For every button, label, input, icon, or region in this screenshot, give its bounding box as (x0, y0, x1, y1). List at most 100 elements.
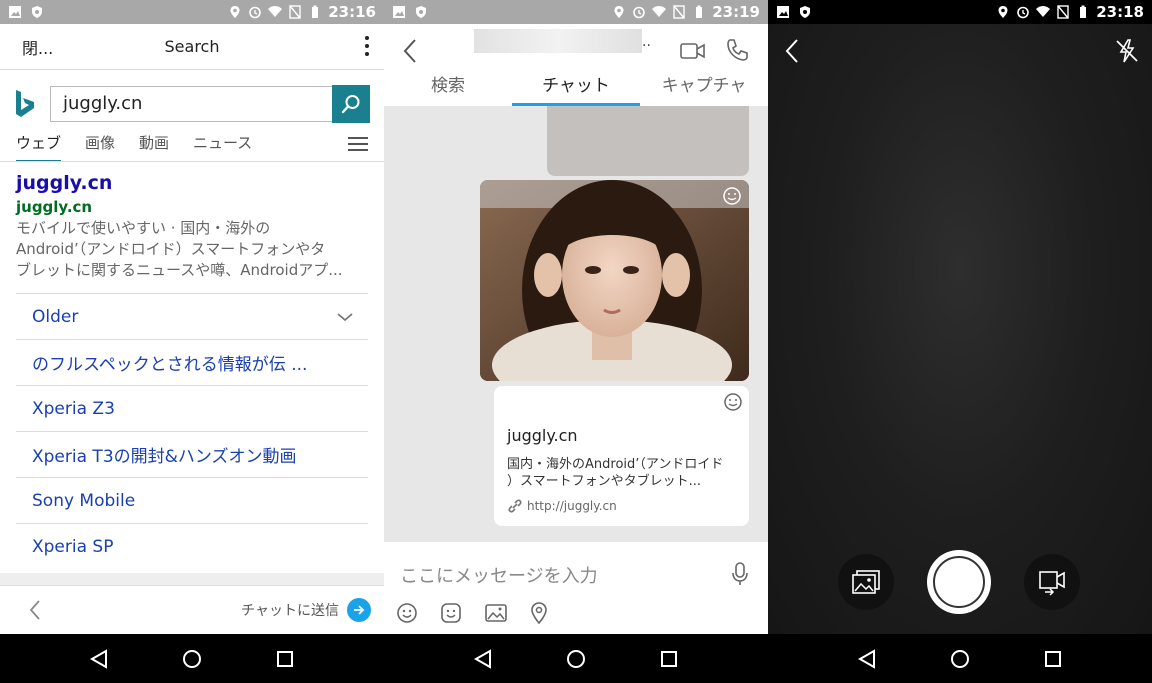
flash-off-icon[interactable] (1114, 38, 1140, 64)
link-card-description: 国内・海外のAndroid’（アンドロイド ）スマートフォンやタブレット... (507, 456, 737, 490)
image-icon[interactable] (484, 602, 508, 624)
phone-call-icon[interactable] (726, 38, 748, 62)
clock: 23:16 (328, 3, 376, 21)
microphone-icon[interactable] (732, 562, 748, 586)
link-card-title: juggly.cn (507, 426, 578, 445)
emoji-reaction-icon[interactable] (722, 186, 742, 206)
nav-back-icon[interactable] (473, 648, 493, 669)
camera-viewfinder[interactable] (768, 24, 1152, 634)
video-call-icon[interactable] (680, 42, 706, 60)
deep-link[interactable]: Sony Mobile (16, 477, 368, 523)
tab-videos[interactable]: 動画 (139, 130, 169, 162)
tab-news[interactable]: ニュース (193, 130, 252, 162)
bing-logo-icon (16, 90, 34, 117)
link-card-url-text: http://juggly.cn (527, 499, 617, 513)
wifi-icon (1036, 6, 1051, 17)
battery-icon (312, 5, 319, 18)
deep-link[interactable]: Xperia Z3 (16, 385, 368, 431)
gallery-button[interactable] (838, 554, 894, 610)
search-result: juggly.cn juggly.cn モバイルで使いやすい · 国内・海外の … (16, 172, 368, 281)
nav-recents-icon[interactable] (275, 649, 295, 669)
deep-link-label: Xperia SP (32, 536, 114, 557)
link-card-desc-line: ）スマートフォンやタブレット... (507, 474, 702, 489)
location-icon (614, 6, 624, 18)
tab-chat[interactable]: チャット (512, 72, 640, 106)
send-to-chat-button[interactable] (347, 598, 371, 622)
message-composer: ここにメッセージを入力 (384, 542, 768, 634)
contact-name-redacted (474, 29, 642, 53)
search-input[interactable]: juggly.cn (50, 86, 332, 122)
wifi-icon (268, 6, 283, 17)
emoji-reaction-icon[interactable] (723, 392, 743, 412)
result-title-link[interactable]: juggly.cn (16, 172, 368, 194)
image-notification-icon (393, 6, 405, 18)
search-bar: juggly.cn (14, 85, 370, 123)
link-card-desc-line: 国内・海外のAndroid’（アンドロイド (507, 457, 724, 472)
alarm-icon (633, 6, 646, 19)
tab-web[interactable]: ウェブ (16, 130, 62, 162)
nav-back-icon[interactable] (857, 648, 877, 669)
android-nav-bar (768, 634, 1152, 683)
link-card-message[interactable]: juggly.cn 国内・海外のAndroid’（アンドロイド ）スマートフォン… (494, 386, 749, 526)
photo-message[interactable] (480, 180, 749, 381)
emoji-icon[interactable] (396, 602, 418, 624)
deep-link-label: Sony Mobile (32, 490, 136, 511)
back-arrow-icon[interactable] (784, 38, 800, 64)
back-arrow-icon[interactable] (28, 599, 42, 621)
nav-home-icon[interactable] (566, 649, 586, 669)
tab-images[interactable]: 画像 (85, 130, 115, 162)
no-sim-icon (1057, 5, 1069, 19)
hamburger-menu-icon[interactable] (348, 137, 368, 151)
send-to-chat-label[interactable]: チャットに送信 (241, 600, 339, 620)
switch-camera-video-icon (1039, 571, 1065, 596)
tab-capture[interactable]: キャプチャ (640, 72, 768, 106)
clock: 23:18 (1096, 3, 1144, 21)
battery-icon (696, 5, 703, 18)
search-tabs: ウェブ 画像 動画 ニュース (16, 130, 368, 162)
status-bar: 23:19 (384, 0, 768, 24)
no-sim-icon (289, 5, 301, 19)
deep-link-label: のフルスペックとされる情報が伝 ... (32, 355, 308, 375)
no-sim-icon (673, 5, 685, 19)
message-input[interactable]: ここにメッセージを入力 (400, 562, 598, 588)
result-url: juggly.cn (16, 198, 93, 216)
deep-link[interactable]: Xperia SP (16, 523, 368, 569)
search-header: 閉... Search (0, 24, 384, 70)
android-nav-bar (384, 634, 768, 683)
deep-link-older[interactable]: Older (16, 293, 368, 339)
location-icon (230, 6, 240, 18)
status-bar: 23:16 (0, 0, 384, 24)
overflow-menu-icon[interactable] (364, 36, 370, 56)
location-icon (998, 6, 1008, 18)
portrait-photo (480, 180, 749, 381)
chat-screen: 23:19 .. 検索 チャット キャプチャ juggly.cn 国内・海外のA… (384, 0, 768, 683)
nav-back-icon[interactable] (89, 648, 109, 669)
result-desc-line: モバイルで使いやすい · 国内・海外の (16, 219, 271, 237)
chevron-down-icon[interactable] (336, 308, 354, 326)
contact-name-ellipsis: .. (642, 34, 651, 50)
shutter-button[interactable] (927, 550, 991, 614)
location-pin-icon[interactable] (530, 602, 548, 624)
deep-link[interactable]: のフルスペックとされる情報が伝 ... (16, 339, 368, 385)
nav-home-icon[interactable] (182, 649, 202, 669)
sticker-icon[interactable] (440, 602, 462, 624)
arrow-right-icon (354, 605, 365, 615)
nav-home-icon[interactable] (950, 649, 970, 669)
result-description: モバイルで使いやすい · 国内・海外の Android’（アンドロイド）スマート… (16, 218, 368, 281)
shield-notification-icon (800, 6, 810, 18)
tab-search[interactable]: 検索 (384, 72, 512, 106)
bottom-bar: チャットに送信 (0, 585, 384, 634)
chat-header: .. 検索 チャット キャプチャ (384, 24, 768, 106)
back-arrow-icon[interactable] (402, 38, 418, 64)
search-button[interactable] (332, 85, 370, 123)
deep-links-list: Older のフルスペックとされる情報が伝 ... Xperia Z3 Xper… (16, 293, 368, 569)
link-card-url[interactable]: http://juggly.cn (507, 498, 617, 514)
divider (0, 573, 384, 585)
deep-link[interactable]: Xperia T3の開封&ハンズオン動画 (16, 431, 368, 477)
nav-recents-icon[interactable] (659, 649, 679, 669)
previous-image-message[interactable] (547, 106, 749, 176)
switch-to-video-button[interactable] (1024, 554, 1080, 610)
nav-recents-icon[interactable] (1043, 649, 1063, 669)
shutter-inner-ring (933, 556, 985, 608)
chat-tabs: 検索 チャット キャプチャ (384, 72, 768, 106)
